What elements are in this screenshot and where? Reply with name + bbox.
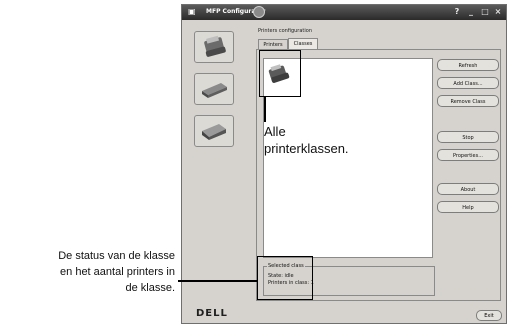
status-callout-line-1: De status van de klasse — [58, 250, 175, 262]
ports-config-button[interactable] — [194, 115, 234, 147]
title-bar[interactable]: ▣ MFP Configurator ? _ □ × — [182, 5, 506, 20]
close-icon[interactable]: × — [493, 7, 503, 17]
kde-menu-icon[interactable] — [253, 6, 265, 18]
remove-class-button[interactable]: Remove Class — [437, 95, 499, 107]
help-icon[interactable]: ? — [452, 7, 462, 17]
printer-icon — [204, 35, 226, 57]
port-icon — [202, 124, 226, 140]
classes-callout-line-2: printerklassen. — [264, 141, 349, 156]
classes-callout-line-1: Alle — [264, 124, 286, 139]
exit-button[interactable]: Exit — [476, 310, 502, 321]
maximize-icon[interactable]: □ — [480, 7, 490, 17]
classes-callout-text: Alle printerklassen. — [264, 123, 349, 157]
minimize-icon[interactable]: _ — [466, 7, 476, 17]
status-callout-box — [257, 256, 313, 300]
printers-configuration-label: Printers configuration — [258, 28, 312, 34]
mfp-configurator-window: ▣ MFP Configurator ? _ □ × Printers conf… — [181, 4, 507, 324]
about-button[interactable]: About — [437, 183, 499, 195]
status-callout-line — [178, 280, 257, 282]
dell-logo: DELL — [196, 308, 228, 319]
app-icon: ▣ — [188, 7, 196, 16]
add-class-button[interactable]: Add Class... — [437, 77, 499, 89]
classes-callout-box — [259, 50, 301, 97]
refresh-button[interactable]: Refresh — [437, 59, 499, 71]
properties-button[interactable]: Properties... — [437, 149, 499, 161]
status-callout-text: De status van de klasse en het aantal pr… — [2, 248, 175, 296]
classes-callout-line — [264, 97, 266, 122]
status-callout-line-3: de klasse. — [125, 282, 175, 294]
printers-config-button[interactable] — [194, 31, 234, 63]
status-callout-line-2: en het aantal printers in — [60, 266, 175, 278]
help-button[interactable]: Help — [437, 201, 499, 213]
scanner-icon — [202, 83, 227, 98]
stop-button[interactable]: Stop — [437, 131, 499, 143]
tab-printers[interactable]: Printers — [258, 39, 288, 49]
scanners-config-button[interactable] — [194, 73, 234, 105]
